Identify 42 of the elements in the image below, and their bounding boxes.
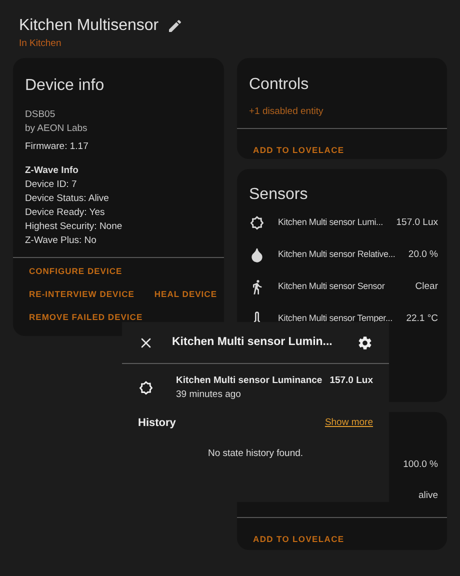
zwave-info-line: Device ID: 7 xyxy=(25,178,78,192)
device-action-button[interactable]: RE-INTERVIEW DEVICE xyxy=(25,288,138,300)
device-action-button[interactable]: REMOVE FAILED DEVICE xyxy=(25,310,147,324)
droplet-icon xyxy=(249,247,265,263)
brightness-icon xyxy=(138,380,154,396)
model-text: DSB05 xyxy=(25,108,56,122)
manufacturer-text: by AEON Labs xyxy=(25,122,88,136)
entity-name[interactable]: Kitchen Multi sensor Sensor xyxy=(278,280,385,294)
entity-state: Clear xyxy=(415,280,438,294)
card-title: Sensors xyxy=(248,185,309,205)
entity-state: 157.0 Lux xyxy=(330,374,373,388)
edit-icon[interactable] xyxy=(166,18,183,34)
area-link[interactable]: In Kitchen xyxy=(19,38,460,50)
entity-name[interactable]: Kitchen Multi sensor Temper... xyxy=(278,312,392,326)
show-more-link[interactable]: Show more xyxy=(324,416,373,430)
zwave-info-heading: Z-Wave Info xyxy=(25,164,80,178)
zwave-info-line: Device Status: Alive xyxy=(25,192,110,206)
zwave-info-line: Device Ready: Yes xyxy=(25,206,106,220)
firmware-text: Firmware: 1.17 xyxy=(25,140,90,154)
device-action-button[interactable]: CONFIGURE DEVICE xyxy=(25,265,126,278)
settings-icon[interactable] xyxy=(357,334,373,350)
zwave-info-line: Z-Wave Plus: No xyxy=(25,234,98,248)
entity-name: Kitchen Multi sensor Luminance xyxy=(176,374,322,388)
card-title: Controls xyxy=(248,75,310,95)
zwave-info-line: Highest Security: None xyxy=(25,220,124,234)
entity-state: 157.0 Lux xyxy=(396,216,438,230)
entity-state: 100.0 % xyxy=(403,458,438,472)
entity-name[interactable]: Kitchen Multi sensor Relative... xyxy=(278,248,396,262)
last-changed-text: 39 minutes ago xyxy=(176,388,241,402)
entity-state: 20.0 % xyxy=(408,248,438,262)
entity-name[interactable]: Kitchen Multi sensor Lumi... xyxy=(278,216,383,230)
add-to-lovelace-button[interactable]: ADD TO LOVELACE xyxy=(249,533,348,546)
device-action-button[interactable]: HEAL DEVICE xyxy=(150,288,222,300)
brightness-icon xyxy=(249,215,265,231)
dialog-title: Kitchen Multi sensor Lumin... xyxy=(172,334,332,350)
entity-state: alive xyxy=(418,488,438,503)
card-title: Device info xyxy=(24,76,106,96)
add-to-lovelace-button[interactable]: ADD TO LOVELACE xyxy=(249,144,348,157)
entity-state: 22.1 °C xyxy=(406,312,438,326)
empty-history-text: No state history found. xyxy=(208,447,304,461)
history-heading: History xyxy=(138,416,176,430)
device-title: Kitchen Multisensor xyxy=(19,16,159,36)
